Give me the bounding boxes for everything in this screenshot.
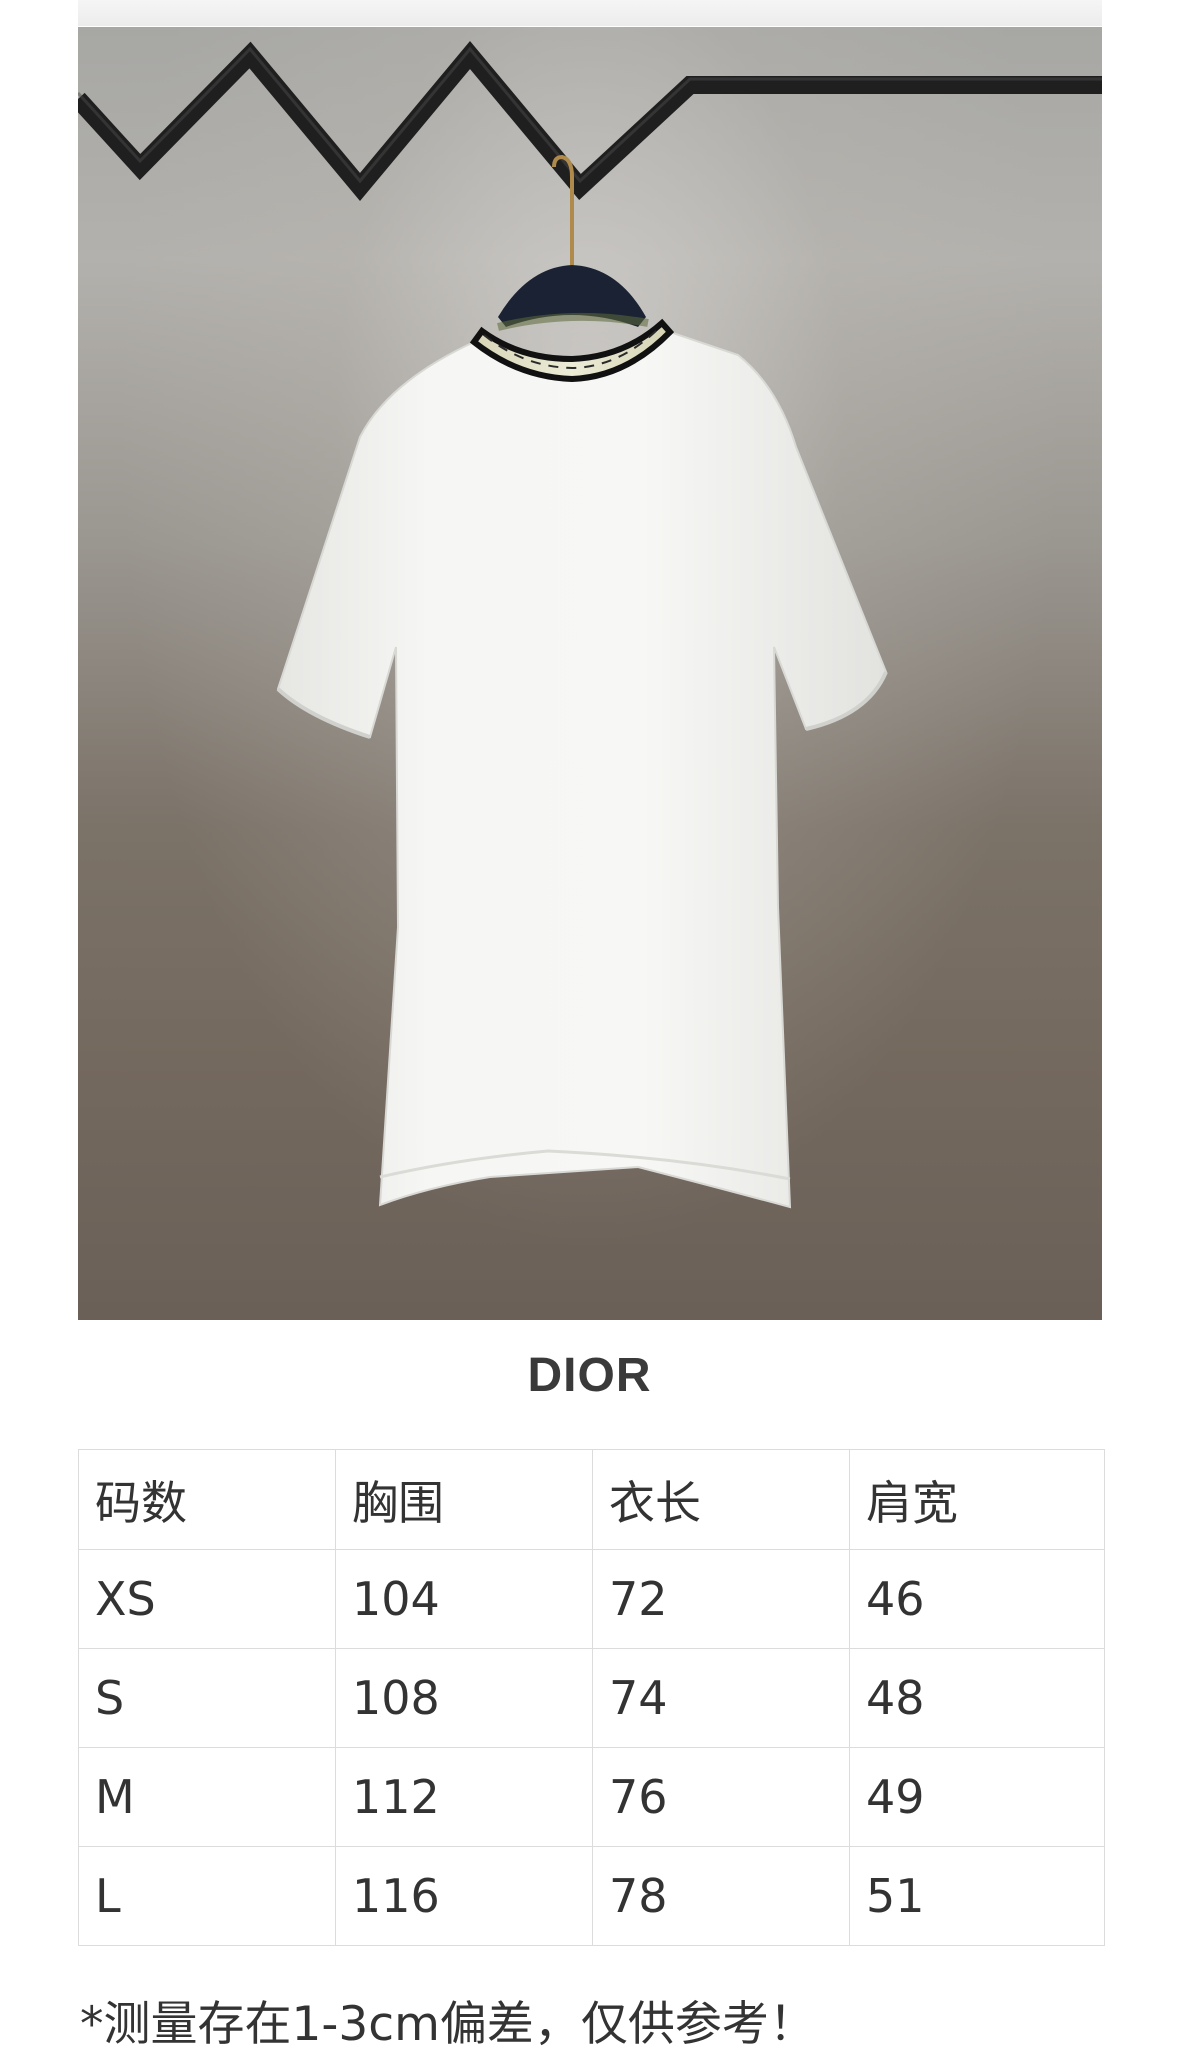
- table-row: XS 104 72 46: [78, 1549, 1105, 1649]
- table-cell: L: [78, 1846, 336, 1946]
- table-cell: XS: [78, 1549, 336, 1649]
- table-cell: 108: [335, 1648, 593, 1748]
- zigzag-rail: [78, 40, 1102, 202]
- header-cell-chest: 胸围: [335, 1449, 593, 1550]
- table-cell: 78: [592, 1846, 850, 1946]
- table-cell: 116: [335, 1846, 593, 1946]
- measurement-note: *测量存在1-3cm偏差，仅供参考！: [80, 1997, 816, 2052]
- header-cell-length: 衣长: [592, 1449, 850, 1550]
- tshirt-illustration: [78, 40, 1102, 1209]
- size-chart-table: 码数 胸围 衣长 肩宽 XS 104 72 46 S 108 74 48 M 1…: [78, 1449, 1105, 1946]
- table-row: M 112 76 49: [78, 1747, 1105, 1847]
- table-cell: 112: [335, 1747, 593, 1847]
- table-cell: S: [78, 1648, 336, 1748]
- table-cell: M: [78, 1747, 336, 1847]
- table-cell: 46: [849, 1549, 1105, 1649]
- top-image-edge: [78, 0, 1102, 26]
- table-cell: 51: [849, 1846, 1105, 1946]
- table-cell: 74: [592, 1648, 850, 1748]
- table-cell: 49: [849, 1747, 1105, 1847]
- header-cell-size: 码数: [78, 1449, 336, 1550]
- table-cell: 76: [592, 1747, 850, 1847]
- header-cell-shoulder: 肩宽: [849, 1449, 1105, 1550]
- table-row: L 116 78 51: [78, 1846, 1105, 1946]
- table-cell: 72: [592, 1549, 850, 1649]
- tshirt-body: [276, 330, 888, 1209]
- table-cell: 104: [335, 1549, 593, 1649]
- product-photo: [78, 27, 1102, 1320]
- table-header-row: 码数 胸围 衣长 肩宽: [78, 1449, 1105, 1550]
- table-row: S 108 74 48: [78, 1648, 1105, 1748]
- table-cell: 48: [849, 1648, 1105, 1748]
- brand-title: DIOR: [527, 1349, 652, 1402]
